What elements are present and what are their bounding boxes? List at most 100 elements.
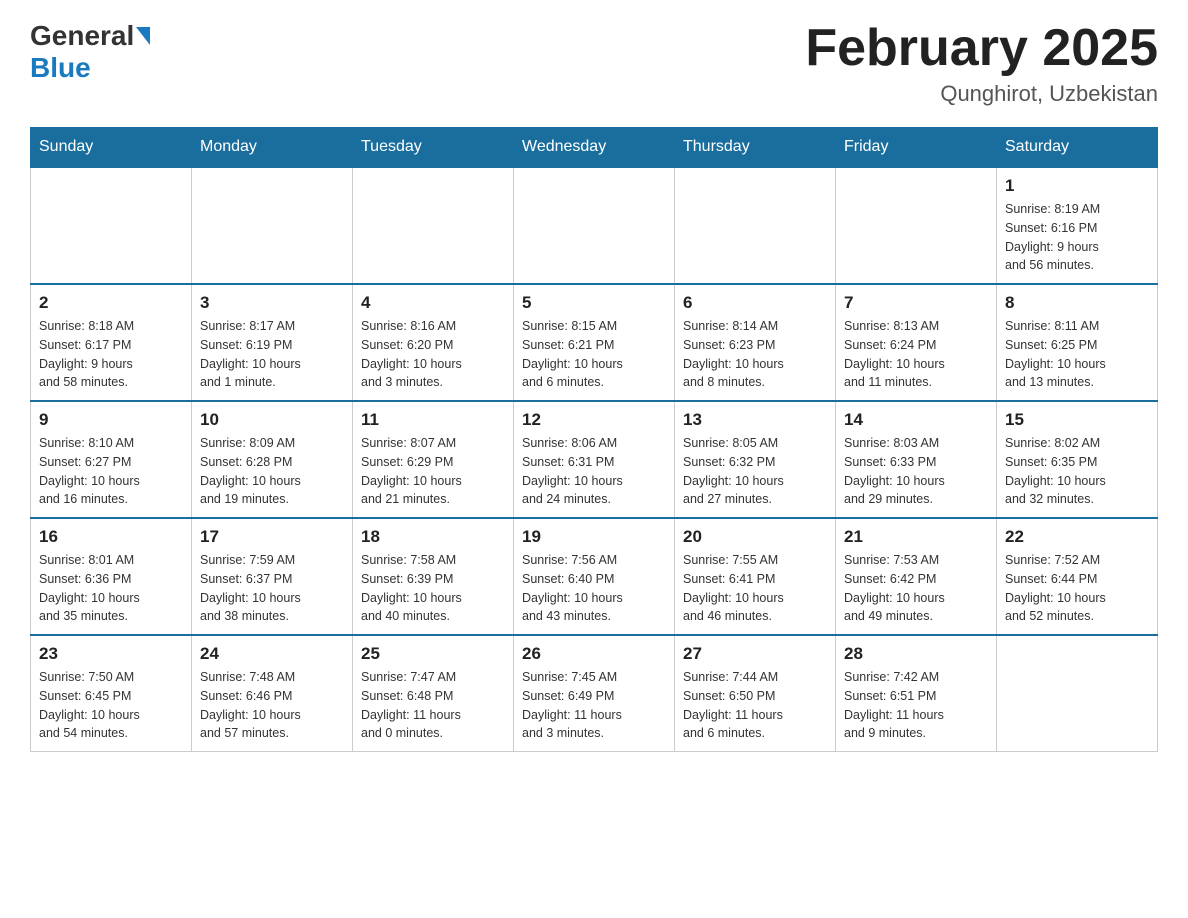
- calendar-day-cell: 10Sunrise: 8:09 AM Sunset: 6:28 PM Dayli…: [192, 401, 353, 518]
- calendar-day-cell: 21 Sunrise: 7:53 AM Sunset: 6:42 PM Dayli…: [836, 518, 997, 635]
- day-number: 17: [200, 527, 344, 547]
- calendar-day-cell: [675, 167, 836, 284]
- day-number: 11: [361, 410, 505, 430]
- calendar-day-cell: 2 Sunrise: 8:18 AM Sunset: 6:17 PM Daylig…: [31, 284, 192, 401]
- day-number: 1: [1005, 176, 1149, 196]
- day-number: 6: [683, 293, 827, 313]
- day-info: Sunrise: 7:45 AM Sunset: 6:49 PM Dayligh…: [522, 668, 666, 743]
- day-number: 27: [683, 644, 827, 664]
- calendar-day-cell: 14 Sunrise: 8:03 AM Sunset: 6:33 PM Dayli…: [836, 401, 997, 518]
- day-of-week-header: Thursday: [675, 128, 836, 168]
- day-number: 13: [683, 410, 827, 430]
- calendar-day-cell: 18 Sunrise: 7:58 AM Sunset: 6:39 PM Dayli…: [353, 518, 514, 635]
- page-header: General Blue February 2025 Qunghirot, Uz…: [30, 20, 1158, 107]
- calendar-day-cell: 20 Sunrise: 7:55 AM Sunset: 6:41 PM Dayli…: [675, 518, 836, 635]
- day-info: Sunrise: 8:10 AM Sunset: 6:27 PM Dayligh…: [39, 434, 183, 509]
- day-number: 3: [200, 293, 344, 313]
- calendar-week-row: 2 Sunrise: 8:18 AM Sunset: 6:17 PM Daylig…: [31, 284, 1158, 401]
- title-section: February 2025 Qunghirot, Uzbekistan: [805, 20, 1158, 107]
- day-info: Sunrise: 8:17 AM Sunset: 6:19 PM Dayligh…: [200, 317, 344, 392]
- day-info: Sunrise: 7:50 AM Sunset: 6:45 PM Dayligh…: [39, 668, 183, 743]
- day-info: Sunrise: 7:48 AM Sunset: 6:46 PM Dayligh…: [200, 668, 344, 743]
- month-title: February 2025: [805, 20, 1158, 77]
- calendar-table: SundayMondayTuesdayWednesdayThursdayFrid…: [30, 127, 1158, 752]
- day-info: Sunrise: 7:58 AM Sunset: 6:39 PM Dayligh…: [361, 551, 505, 626]
- calendar-day-cell: 28 Sunrise: 7:42 AM Sunset: 6:51 PM Dayli…: [836, 635, 997, 752]
- day-info: Sunrise: 8:06 AM Sunset: 6:31 PM Dayligh…: [522, 434, 666, 509]
- day-info: Sunrise: 8:03 AM Sunset: 6:33 PM Dayligh…: [844, 434, 988, 509]
- calendar-day-cell: 9 Sunrise: 8:10 AM Sunset: 6:27 PM Daylig…: [31, 401, 192, 518]
- day-info: Sunrise: 7:44 AM Sunset: 6:50 PM Dayligh…: [683, 668, 827, 743]
- calendar-day-cell: 17 Sunrise: 7:59 AM Sunset: 6:37 PM Dayli…: [192, 518, 353, 635]
- day-info: Sunrise: 8:13 AM Sunset: 6:24 PM Dayligh…: [844, 317, 988, 392]
- calendar-header-row: SundayMondayTuesdayWednesdayThursdayFrid…: [31, 128, 1158, 168]
- day-info: Sunrise: 8:11 AM Sunset: 6:25 PM Dayligh…: [1005, 317, 1149, 392]
- day-info: Sunrise: 7:53 AM Sunset: 6:42 PM Dayligh…: [844, 551, 988, 626]
- day-info: Sunrise: 8:18 AM Sunset: 6:17 PM Dayligh…: [39, 317, 183, 392]
- calendar-day-cell: 13 Sunrise: 8:05 AM Sunset: 6:32 PM Dayli…: [675, 401, 836, 518]
- logo-arrow-icon: [136, 27, 150, 45]
- day-number: 4: [361, 293, 505, 313]
- day-of-week-header: Sunday: [31, 128, 192, 168]
- day-info: Sunrise: 7:42 AM Sunset: 6:51 PM Dayligh…: [844, 668, 988, 743]
- calendar-day-cell: [836, 167, 997, 284]
- day-of-week-header: Saturday: [997, 128, 1158, 168]
- logo-blue-text: Blue: [30, 52, 91, 83]
- calendar-day-cell: 26Sunrise: 7:45 AM Sunset: 6:49 PM Dayli…: [514, 635, 675, 752]
- day-number: 18: [361, 527, 505, 547]
- calendar-day-cell: 5 Sunrise: 8:15 AM Sunset: 6:21 PM Daylig…: [514, 284, 675, 401]
- day-number: 15: [1005, 410, 1149, 430]
- day-number: 21: [844, 527, 988, 547]
- logo-general-text: General: [30, 20, 134, 52]
- day-info: Sunrise: 8:16 AM Sunset: 6:20 PM Dayligh…: [361, 317, 505, 392]
- day-info: Sunrise: 8:15 AM Sunset: 6:21 PM Dayligh…: [522, 317, 666, 392]
- day-info: Sunrise: 8:02 AM Sunset: 6:35 PM Dayligh…: [1005, 434, 1149, 509]
- day-number: 20: [683, 527, 827, 547]
- day-number: 19: [522, 527, 666, 547]
- calendar-day-cell: 1 Sunrise: 8:19 AM Sunset: 6:16 PM Daylig…: [997, 167, 1158, 284]
- day-info: Sunrise: 8:14 AM Sunset: 6:23 PM Dayligh…: [683, 317, 827, 392]
- calendar-day-cell: 11 Sunrise: 8:07 AM Sunset: 6:29 PM Dayli…: [353, 401, 514, 518]
- location-title: Qunghirot, Uzbekistan: [805, 81, 1158, 107]
- calendar-day-cell: 27 Sunrise: 7:44 AM Sunset: 6:50 PM Dayli…: [675, 635, 836, 752]
- calendar-day-cell: [31, 167, 192, 284]
- day-of-week-header: Wednesday: [514, 128, 675, 168]
- day-info: Sunrise: 8:07 AM Sunset: 6:29 PM Dayligh…: [361, 434, 505, 509]
- calendar-week-row: 16Sunrise: 8:01 AM Sunset: 6:36 PM Dayli…: [31, 518, 1158, 635]
- day-info: Sunrise: 8:05 AM Sunset: 6:32 PM Dayligh…: [683, 434, 827, 509]
- calendar-day-cell: 22 Sunrise: 7:52 AM Sunset: 6:44 PM Dayli…: [997, 518, 1158, 635]
- day-number: 2: [39, 293, 183, 313]
- day-number: 14: [844, 410, 988, 430]
- day-number: 10: [200, 410, 344, 430]
- day-number: 22: [1005, 527, 1149, 547]
- day-number: 25: [361, 644, 505, 664]
- calendar-day-cell: [997, 635, 1158, 752]
- day-of-week-header: Monday: [192, 128, 353, 168]
- day-info: Sunrise: 7:56 AM Sunset: 6:40 PM Dayligh…: [522, 551, 666, 626]
- calendar-day-cell: 23Sunrise: 7:50 AM Sunset: 6:45 PM Dayli…: [31, 635, 192, 752]
- day-number: 5: [522, 293, 666, 313]
- day-info: Sunrise: 7:52 AM Sunset: 6:44 PM Dayligh…: [1005, 551, 1149, 626]
- day-number: 9: [39, 410, 183, 430]
- calendar-day-cell: 7 Sunrise: 8:13 AM Sunset: 6:24 PM Daylig…: [836, 284, 997, 401]
- calendar-day-cell: 6 Sunrise: 8:14 AM Sunset: 6:23 PM Daylig…: [675, 284, 836, 401]
- calendar-day-cell: 19 Sunrise: 7:56 AM Sunset: 6:40 PM Dayli…: [514, 518, 675, 635]
- calendar-day-cell: [192, 167, 353, 284]
- day-info: Sunrise: 8:19 AM Sunset: 6:16 PM Dayligh…: [1005, 200, 1149, 275]
- calendar-week-row: 1 Sunrise: 8:19 AM Sunset: 6:16 PM Daylig…: [31, 167, 1158, 284]
- logo: General Blue: [30, 20, 152, 84]
- day-info: Sunrise: 8:01 AM Sunset: 6:36 PM Dayligh…: [39, 551, 183, 626]
- calendar-day-cell: [514, 167, 675, 284]
- calendar-week-row: 23Sunrise: 7:50 AM Sunset: 6:45 PM Dayli…: [31, 635, 1158, 752]
- calendar-day-cell: 3 Sunrise: 8:17 AM Sunset: 6:19 PM Daylig…: [192, 284, 353, 401]
- day-info: Sunrise: 7:59 AM Sunset: 6:37 PM Dayligh…: [200, 551, 344, 626]
- calendar-day-cell: 4 Sunrise: 8:16 AM Sunset: 6:20 PM Daylig…: [353, 284, 514, 401]
- calendar-day-cell: [353, 167, 514, 284]
- day-info: Sunrise: 7:47 AM Sunset: 6:48 PM Dayligh…: [361, 668, 505, 743]
- day-number: 7: [844, 293, 988, 313]
- day-info: Sunrise: 7:55 AM Sunset: 6:41 PM Dayligh…: [683, 551, 827, 626]
- calendar-day-cell: 25 Sunrise: 7:47 AM Sunset: 6:48 PM Dayli…: [353, 635, 514, 752]
- day-number: 12: [522, 410, 666, 430]
- calendar-week-row: 9 Sunrise: 8:10 AM Sunset: 6:27 PM Daylig…: [31, 401, 1158, 518]
- day-number: 28: [844, 644, 988, 664]
